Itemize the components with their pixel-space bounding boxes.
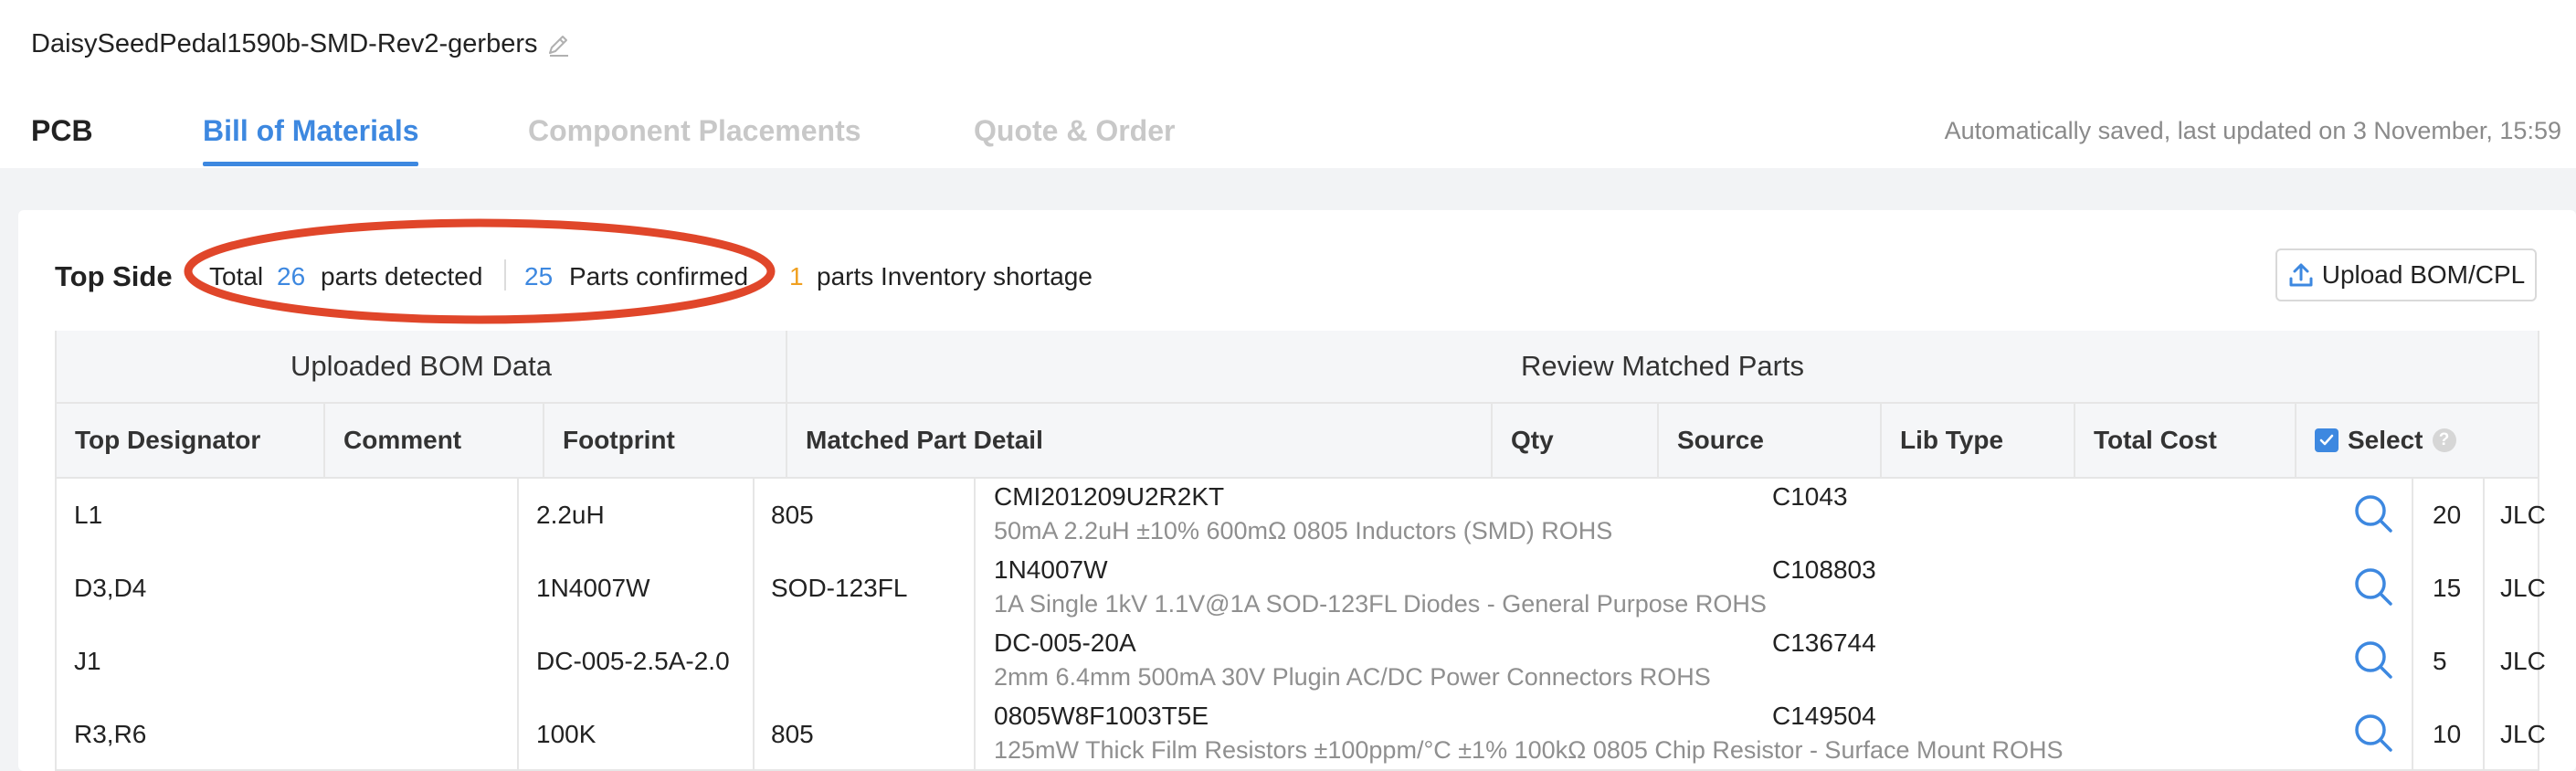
row-part-number[interactable]: CMI201209U2R2KT xyxy=(994,482,1224,512)
row-comment: 100K xyxy=(536,720,596,748)
column-divider xyxy=(753,479,755,771)
upload-icon xyxy=(2289,263,2313,287)
column-divider xyxy=(517,479,519,771)
row-designator: L1 xyxy=(74,501,103,529)
row-footprint: 805 xyxy=(771,720,814,748)
shortage-count: 1 xyxy=(789,262,804,290)
row-qty: 20 xyxy=(2433,501,2462,529)
col-matched-part-detail[interactable]: Matched Part Detail xyxy=(787,404,1491,479)
column-divider xyxy=(2074,404,2075,479)
row-designator: R3,R6 xyxy=(74,720,147,748)
row-part-number[interactable]: DC-005-20A xyxy=(994,628,1136,658)
column-divider xyxy=(786,404,787,479)
row-part-description: 125mW Thick Film Resistors ±100ppm/°C ±1… xyxy=(994,736,2064,764)
select-all-checkbox-icon[interactable] xyxy=(2315,428,2338,452)
col-source[interactable]: Source xyxy=(1659,404,1880,479)
tab-quote-order[interactable]: Quote & Order xyxy=(974,114,1175,148)
col-comment[interactable]: Comment xyxy=(325,404,543,479)
shortage-label: parts Inventory shortage xyxy=(817,262,1093,290)
column-divider xyxy=(1657,404,1659,479)
row-source: JLC xyxy=(2500,720,2546,748)
search-icon[interactable] xyxy=(2353,639,2393,680)
column-divider xyxy=(2483,479,2485,771)
row-lcsc-number: C1043 xyxy=(1772,482,1848,511)
column-divider xyxy=(974,479,976,771)
select-label: Select xyxy=(2348,426,2423,454)
group-header-review: Review Matched Parts xyxy=(787,331,2538,404)
section-title: Top Side xyxy=(55,260,173,292)
autosave-status: Automatically saved, last updated on 3 N… xyxy=(1944,117,2561,144)
row-source: JLC xyxy=(2500,647,2546,675)
active-tab-indicator xyxy=(203,162,418,166)
column-divider xyxy=(2412,479,2413,771)
row-comment: DC-005-2.5A-2.0 xyxy=(536,647,730,675)
row-qty: 15 xyxy=(2433,574,2462,602)
column-divider xyxy=(1491,404,1493,479)
row-part-description: 2mm 6.4mm 500mA 30V Plugin AC/DC Power C… xyxy=(994,663,1711,691)
search-icon[interactable] xyxy=(2353,713,2393,753)
row-source: JLC xyxy=(2500,574,2546,602)
tab-component-placements[interactable]: Component Placements xyxy=(528,114,861,148)
col-qty[interactable]: Qty xyxy=(1493,404,1657,479)
tab-pcb[interactable]: PCB xyxy=(31,114,93,148)
group-header-uploaded: Uploaded BOM Data xyxy=(57,331,786,404)
row-part-description: 1A Single 1kV 1.1V@1A SOD-123FL Diodes -… xyxy=(994,590,1767,618)
row-comment: 2.2uH xyxy=(536,501,605,529)
upload-bom-cpl-button[interactable]: Upload BOM/CPL xyxy=(2275,248,2537,301)
col-top-designator[interactable]: Top Designator xyxy=(57,404,323,479)
row-lcsc-number: C149504 xyxy=(1772,702,1876,730)
col-footprint[interactable]: Footprint xyxy=(544,404,786,479)
row-designator: J1 xyxy=(74,647,101,675)
annotation-highlight-oval xyxy=(184,218,776,324)
project-title: DaisySeedPedal1590b-SMD-Rev2-gerbers xyxy=(31,29,538,58)
row-footprint: 805 xyxy=(771,501,814,529)
search-icon[interactable] xyxy=(2353,566,2393,607)
col-total-cost[interactable]: Total Cost xyxy=(2075,404,2295,479)
row-footprint: SOD-123FL xyxy=(771,574,908,602)
column-divider xyxy=(786,331,787,404)
row-part-description: 50mA 2.2uH ±10% 600mΩ 0805 Inductors (SM… xyxy=(994,517,1613,544)
row-lcsc-number: C136744 xyxy=(1772,628,1876,657)
row-lcsc-number: C108803 xyxy=(1772,555,1876,584)
edit-icon[interactable] xyxy=(544,31,572,58)
row-qty: 10 xyxy=(2433,720,2462,748)
row-source: JLC xyxy=(2500,501,2546,529)
row-qty: 5 xyxy=(2433,647,2447,675)
tab-bill-of-materials[interactable]: Bill of Materials xyxy=(203,114,419,148)
row-designator: D3,D4 xyxy=(74,574,147,602)
column-divider xyxy=(2295,404,2296,479)
help-icon[interactable]: ? xyxy=(2432,428,2456,452)
col-lib-type[interactable]: Lib Type xyxy=(1882,404,2074,479)
col-select[interactable]: Select ? xyxy=(2296,404,2538,479)
column-divider xyxy=(543,404,544,479)
upload-button-label: Upload BOM/CPL xyxy=(2321,260,2526,289)
search-icon[interactable] xyxy=(2353,493,2393,533)
row-part-number[interactable]: 0805W8F1003T5E xyxy=(994,702,1209,731)
column-divider xyxy=(323,404,325,479)
row-comment: 1N4007W xyxy=(536,574,650,602)
row-part-number[interactable]: 1N4007W xyxy=(994,555,1108,585)
column-divider xyxy=(1880,404,1882,479)
